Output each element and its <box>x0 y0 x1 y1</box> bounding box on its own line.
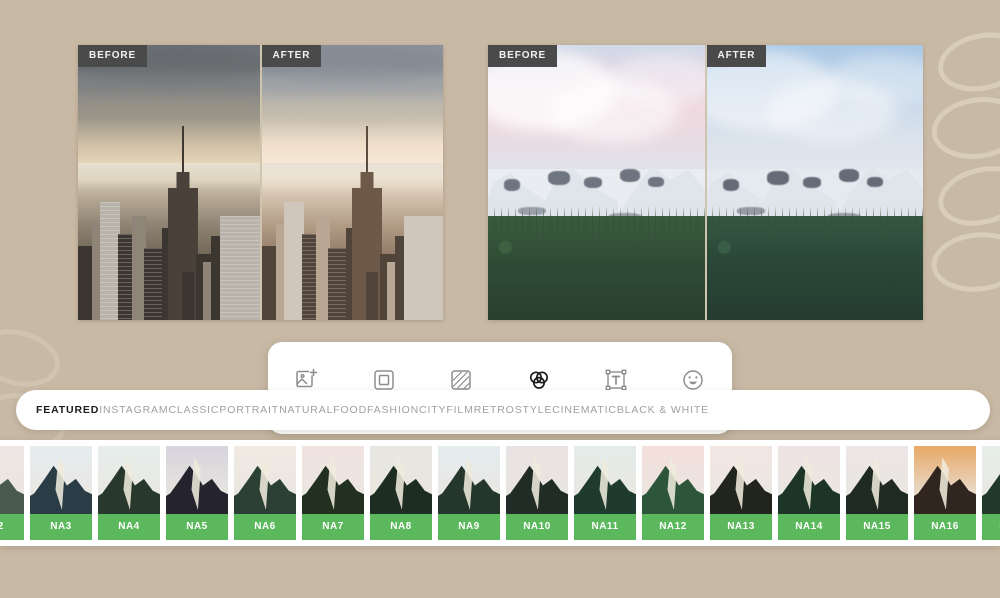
category-featured[interactable]: FEATURED <box>36 405 99 416</box>
category-natural[interactable]: NATURAL <box>279 405 333 416</box>
mountain-before-image <box>488 45 705 320</box>
filter-strip[interactable]: NA2NA3NA4NA5NA6NA7NA8NA9NA10NA11NA12NA13… <box>0 440 1000 546</box>
category-film[interactable]: FILM <box>446 405 473 416</box>
city-before-image <box>78 45 260 320</box>
filter-label: NA16 <box>914 514 976 540</box>
after-badge: AFTER <box>706 45 767 67</box>
filter-thumbnail[interactable]: NA9 <box>438 446 500 540</box>
category-classic[interactable]: CLASSIC <box>168 405 219 416</box>
filter-thumbnail[interactable]: NA6 <box>234 446 296 540</box>
filter-label: NA15 <box>846 514 908 540</box>
filter-thumbnail[interactable]: NA2 <box>0 446 24 540</box>
mountain-before-half: BEFORE <box>488 45 705 320</box>
preview-row: BEFORE AFTER BEFORE AFTER <box>0 45 1000 320</box>
filter-label: NA4 <box>98 514 160 540</box>
photo-editor-app: BEFORE AFTER BEFORE AFTER FEATURED INSTA… <box>0 0 1000 598</box>
filter-thumbnail-list: NA2NA3NA4NA5NA6NA7NA8NA9NA10NA11NA12NA13… <box>0 446 1000 540</box>
before-badge: BEFORE <box>78 45 148 67</box>
filter-label: NA5 <box>166 514 228 540</box>
after-badge: AFTER <box>261 45 322 67</box>
category-black-white[interactable]: BLACK & WHITE <box>617 405 709 416</box>
category-portrait[interactable]: PORTRAIT <box>219 405 279 416</box>
filter-label: NA7 <box>302 514 364 540</box>
city-after-half: AFTER <box>259 45 443 320</box>
filter-label: NA17 <box>982 514 1000 540</box>
filter-label: NA9 <box>438 514 500 540</box>
category-fashion[interactable]: FASHION <box>367 405 419 416</box>
filter-label: NA8 <box>370 514 432 540</box>
filter-label: NA11 <box>574 514 636 540</box>
category-retro[interactable]: RETRO <box>474 405 515 416</box>
filter-thumbnail[interactable]: NA3 <box>30 446 92 540</box>
preview-mountain-forest[interactable]: BEFORE AFTER <box>488 45 923 320</box>
category-bar: FEATURED INSTAGRAM CLASSIC PORTRAIT NATU… <box>16 390 990 430</box>
filter-label: NA14 <box>778 514 840 540</box>
filter-label: NA10 <box>506 514 568 540</box>
category-food[interactable]: FOOD <box>333 405 367 416</box>
category-city[interactable]: CITY <box>419 405 446 416</box>
filter-label: NA3 <box>30 514 92 540</box>
filter-thumbnail[interactable]: NA13 <box>710 446 772 540</box>
category-style[interactable]: STYLE <box>515 405 553 416</box>
filter-label: NA13 <box>710 514 772 540</box>
city-after-image <box>261 45 443 320</box>
filter-thumbnail[interactable]: NA16 <box>914 446 976 540</box>
filter-label: NA6 <box>234 514 296 540</box>
category-instagram[interactable]: INSTAGRAM <box>99 405 168 416</box>
filter-thumbnail[interactable]: NA8 <box>370 446 432 540</box>
before-badge: BEFORE <box>488 45 558 67</box>
filter-thumbnail[interactable]: NA17 <box>982 446 1000 540</box>
mountain-after-half: AFTER <box>704 45 923 320</box>
category-cinematic[interactable]: CINEMATIC <box>552 405 617 416</box>
filter-label: NA2 <box>0 514 24 540</box>
filter-thumbnail[interactable]: NA7 <box>302 446 364 540</box>
filter-label: NA12 <box>642 514 704 540</box>
filter-thumbnail[interactable]: NA4 <box>98 446 160 540</box>
filter-thumbnail[interactable]: NA11 <box>574 446 636 540</box>
mountain-after-image <box>706 45 923 320</box>
city-before-half: BEFORE <box>78 45 260 320</box>
filter-thumbnail[interactable]: NA5 <box>166 446 228 540</box>
filter-thumbnail[interactable]: NA14 <box>778 446 840 540</box>
filter-thumbnail[interactable]: NA12 <box>642 446 704 540</box>
preview-city-skyline[interactable]: BEFORE AFTER <box>78 45 443 320</box>
filter-thumbnail[interactable]: NA15 <box>846 446 908 540</box>
filter-thumbnail[interactable]: NA10 <box>506 446 568 540</box>
